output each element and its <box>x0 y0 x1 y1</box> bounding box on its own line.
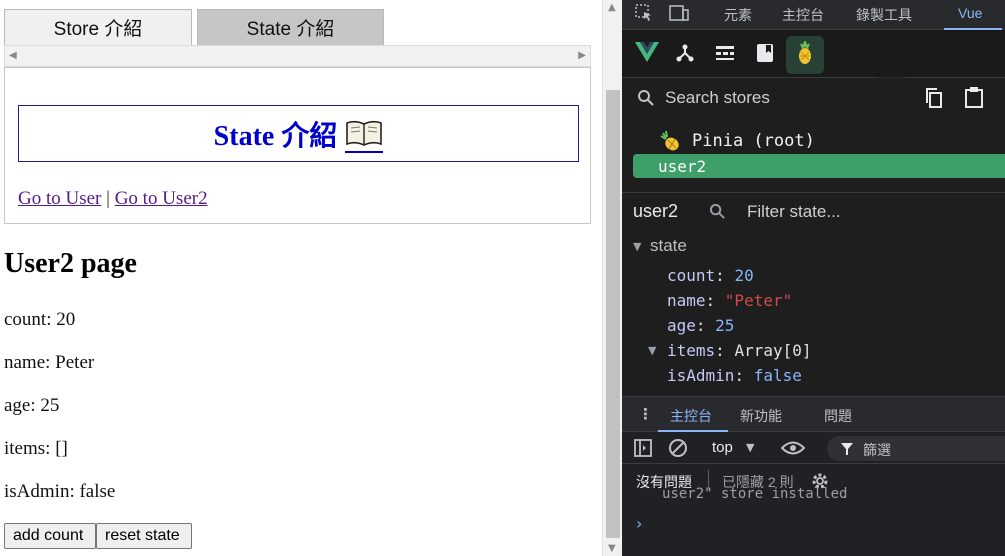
router-icon[interactable] <box>756 42 774 68</box>
tab-console[interactable]: 主控台 <box>782 5 824 25</box>
expand-triangle-icon[interactable]: ▼ <box>648 344 656 357</box>
tab-state-intro[interactable]: State 介紹 <box>197 9 384 45</box>
store-item-pinia-root[interactable]: Pinia (root) <box>692 131 815 151</box>
frame-title-text: State 介紹 <box>213 120 338 152</box>
filter-placeholder: 篩選 <box>863 442 891 458</box>
chevron-down-icon[interactable]: ▼ <box>746 441 754 454</box>
tab-elements[interactable]: 元素 <box>724 5 752 25</box>
scrollbar-thumb[interactable] <box>606 90 620 538</box>
console-log-line: user2" store installed <box>662 486 848 502</box>
items-text: items: [] <box>4 438 68 459</box>
state-key: isAdmin <box>667 366 735 385</box>
vue-toolbar <box>622 30 1005 78</box>
devtools-panel: 元素 主控台 錄製工具 Vue ▼ Search stores <box>622 0 1005 556</box>
console-prompt[interactable]: › <box>636 514 642 533</box>
scroll-right-icon[interactable]: ▶ <box>578 50 586 61</box>
state-section-label[interactable]: state <box>650 236 687 256</box>
inspect-element-icon[interactable] <box>634 3 654 27</box>
name-text: name: Peter <box>4 352 95 373</box>
context-selector[interactable]: top <box>712 439 733 456</box>
state-row-age[interactable]: age: 25 <box>667 316 734 335</box>
age-text: age: 25 <box>4 395 60 416</box>
devtools-tabbar: 元素 主控台 錄製工具 Vue <box>622 0 1005 30</box>
embedded-frame: State 介紹 Go to User | Go to User2 <box>4 67 591 224</box>
tab-recorder[interactable]: 錄製工具 <box>856 5 912 25</box>
search-icon <box>637 89 655 111</box>
reset-state-button[interactable]: reset state <box>96 523 192 549</box>
frame-links: Go to User | Go to User2 <box>18 188 208 210</box>
state-key: items <box>667 341 716 360</box>
console-filter-input[interactable]: 篩選 <box>827 436 1005 461</box>
search-icon <box>709 203 726 224</box>
store-item-user2[interactable]: user2 <box>633 154 1005 178</box>
state-row-items[interactable]: items: Array[0] <box>667 341 812 360</box>
search-stores-input[interactable]: Search stores <box>665 88 770 108</box>
frame-title: State 介紹 <box>18 105 579 162</box>
component-tree-icon[interactable] <box>675 43 695 67</box>
is-admin-text: isAdmin: false <box>4 481 116 502</box>
selected-store-name: user2 <box>633 201 679 221</box>
store-search-bar: Search stores <box>622 78 1005 120</box>
app-page: Store 介紹 State 介紹 ◀ ▶ State 介紹 Go to Use… <box>0 0 602 556</box>
clear-console-icon[interactable] <box>668 438 688 462</box>
go-to-user2-link[interactable]: Go to User2 <box>115 188 208 209</box>
more-options-icon[interactable]: ⋮ <box>638 405 653 423</box>
state-row-count[interactable]: count: 20 <box>667 266 754 285</box>
state-value: 20 <box>734 266 754 285</box>
pineapple-icon <box>796 38 814 70</box>
store-list: Pinia (root) user2 <box>622 120 1005 193</box>
scroll-up-icon[interactable]: ▲ <box>608 2 616 13</box>
add-count-button[interactable]: add count <box>4 523 96 549</box>
state-value: "Peter" <box>724 291 793 310</box>
console-output: user2" store installed › <box>622 486 1005 556</box>
state-key: name <box>667 291 706 310</box>
scroll-down-icon[interactable]: ▼ <box>608 543 616 554</box>
console-toolbar: top ▼ 篩選 <box>622 432 1005 464</box>
state-filter-bar: user2 Filter state... <box>622 193 1005 229</box>
state-row-is-admin[interactable]: isAdmin: false <box>667 366 802 385</box>
expand-triangle-icon[interactable]: ▼ <box>633 240 641 253</box>
sidebar-toggle-icon[interactable] <box>634 439 652 461</box>
state-key: count <box>667 266 716 285</box>
filter-state-input[interactable]: Filter state... <box>747 202 841 222</box>
drawer-tab-console[interactable]: 主控台 <box>670 406 712 426</box>
state-value: 25 <box>715 316 735 335</box>
iframe-horizontal-scrollbar[interactable]: ◀ ▶ <box>4 45 591 67</box>
copy-icon[interactable] <box>924 87 944 113</box>
tab-vue[interactable]: Vue <box>958 5 982 21</box>
drawer-tab-whats-new[interactable]: 新功能 <box>740 406 782 426</box>
go-to-user-link[interactable]: Go to User <box>18 188 101 209</box>
state-row-name[interactable]: name: "Peter" <box>667 291 792 310</box>
page-title: User2 page <box>4 248 137 279</box>
scroll-left-icon[interactable]: ◀ <box>9 50 17 61</box>
pinia-tab-button[interactable] <box>786 36 824 74</box>
count-text: count: 20 <box>4 309 76 330</box>
eye-icon[interactable] <box>780 440 806 460</box>
link-separator: | <box>106 188 110 209</box>
state-value: Array[0] <box>734 341 812 360</box>
filter-icon <box>840 441 854 460</box>
state-key: age <box>667 316 696 335</box>
drawer-tabbar: ⋮ 主控台 新功能 問題 <box>622 396 1005 432</box>
vue-logo-icon[interactable] <box>634 41 660 67</box>
state-value: false <box>753 366 802 385</box>
state-inspector: ▼ state count: 20 name: "Peter" age: 25 … <box>622 229 1005 396</box>
drawer-tab-issues[interactable]: 問題 <box>824 406 852 426</box>
timeline-icon[interactable] <box>715 44 735 66</box>
clipboard-icon[interactable] <box>964 86 984 112</box>
book-icon <box>345 119 384 153</box>
pineapple-icon <box>659 130 681 156</box>
device-toolbar-icon[interactable] <box>668 3 690 27</box>
page-vertical-scrollbar[interactable]: ▲ ▼ <box>602 0 622 556</box>
tab-store-intro[interactable]: Store 介紹 <box>4 9 192 45</box>
